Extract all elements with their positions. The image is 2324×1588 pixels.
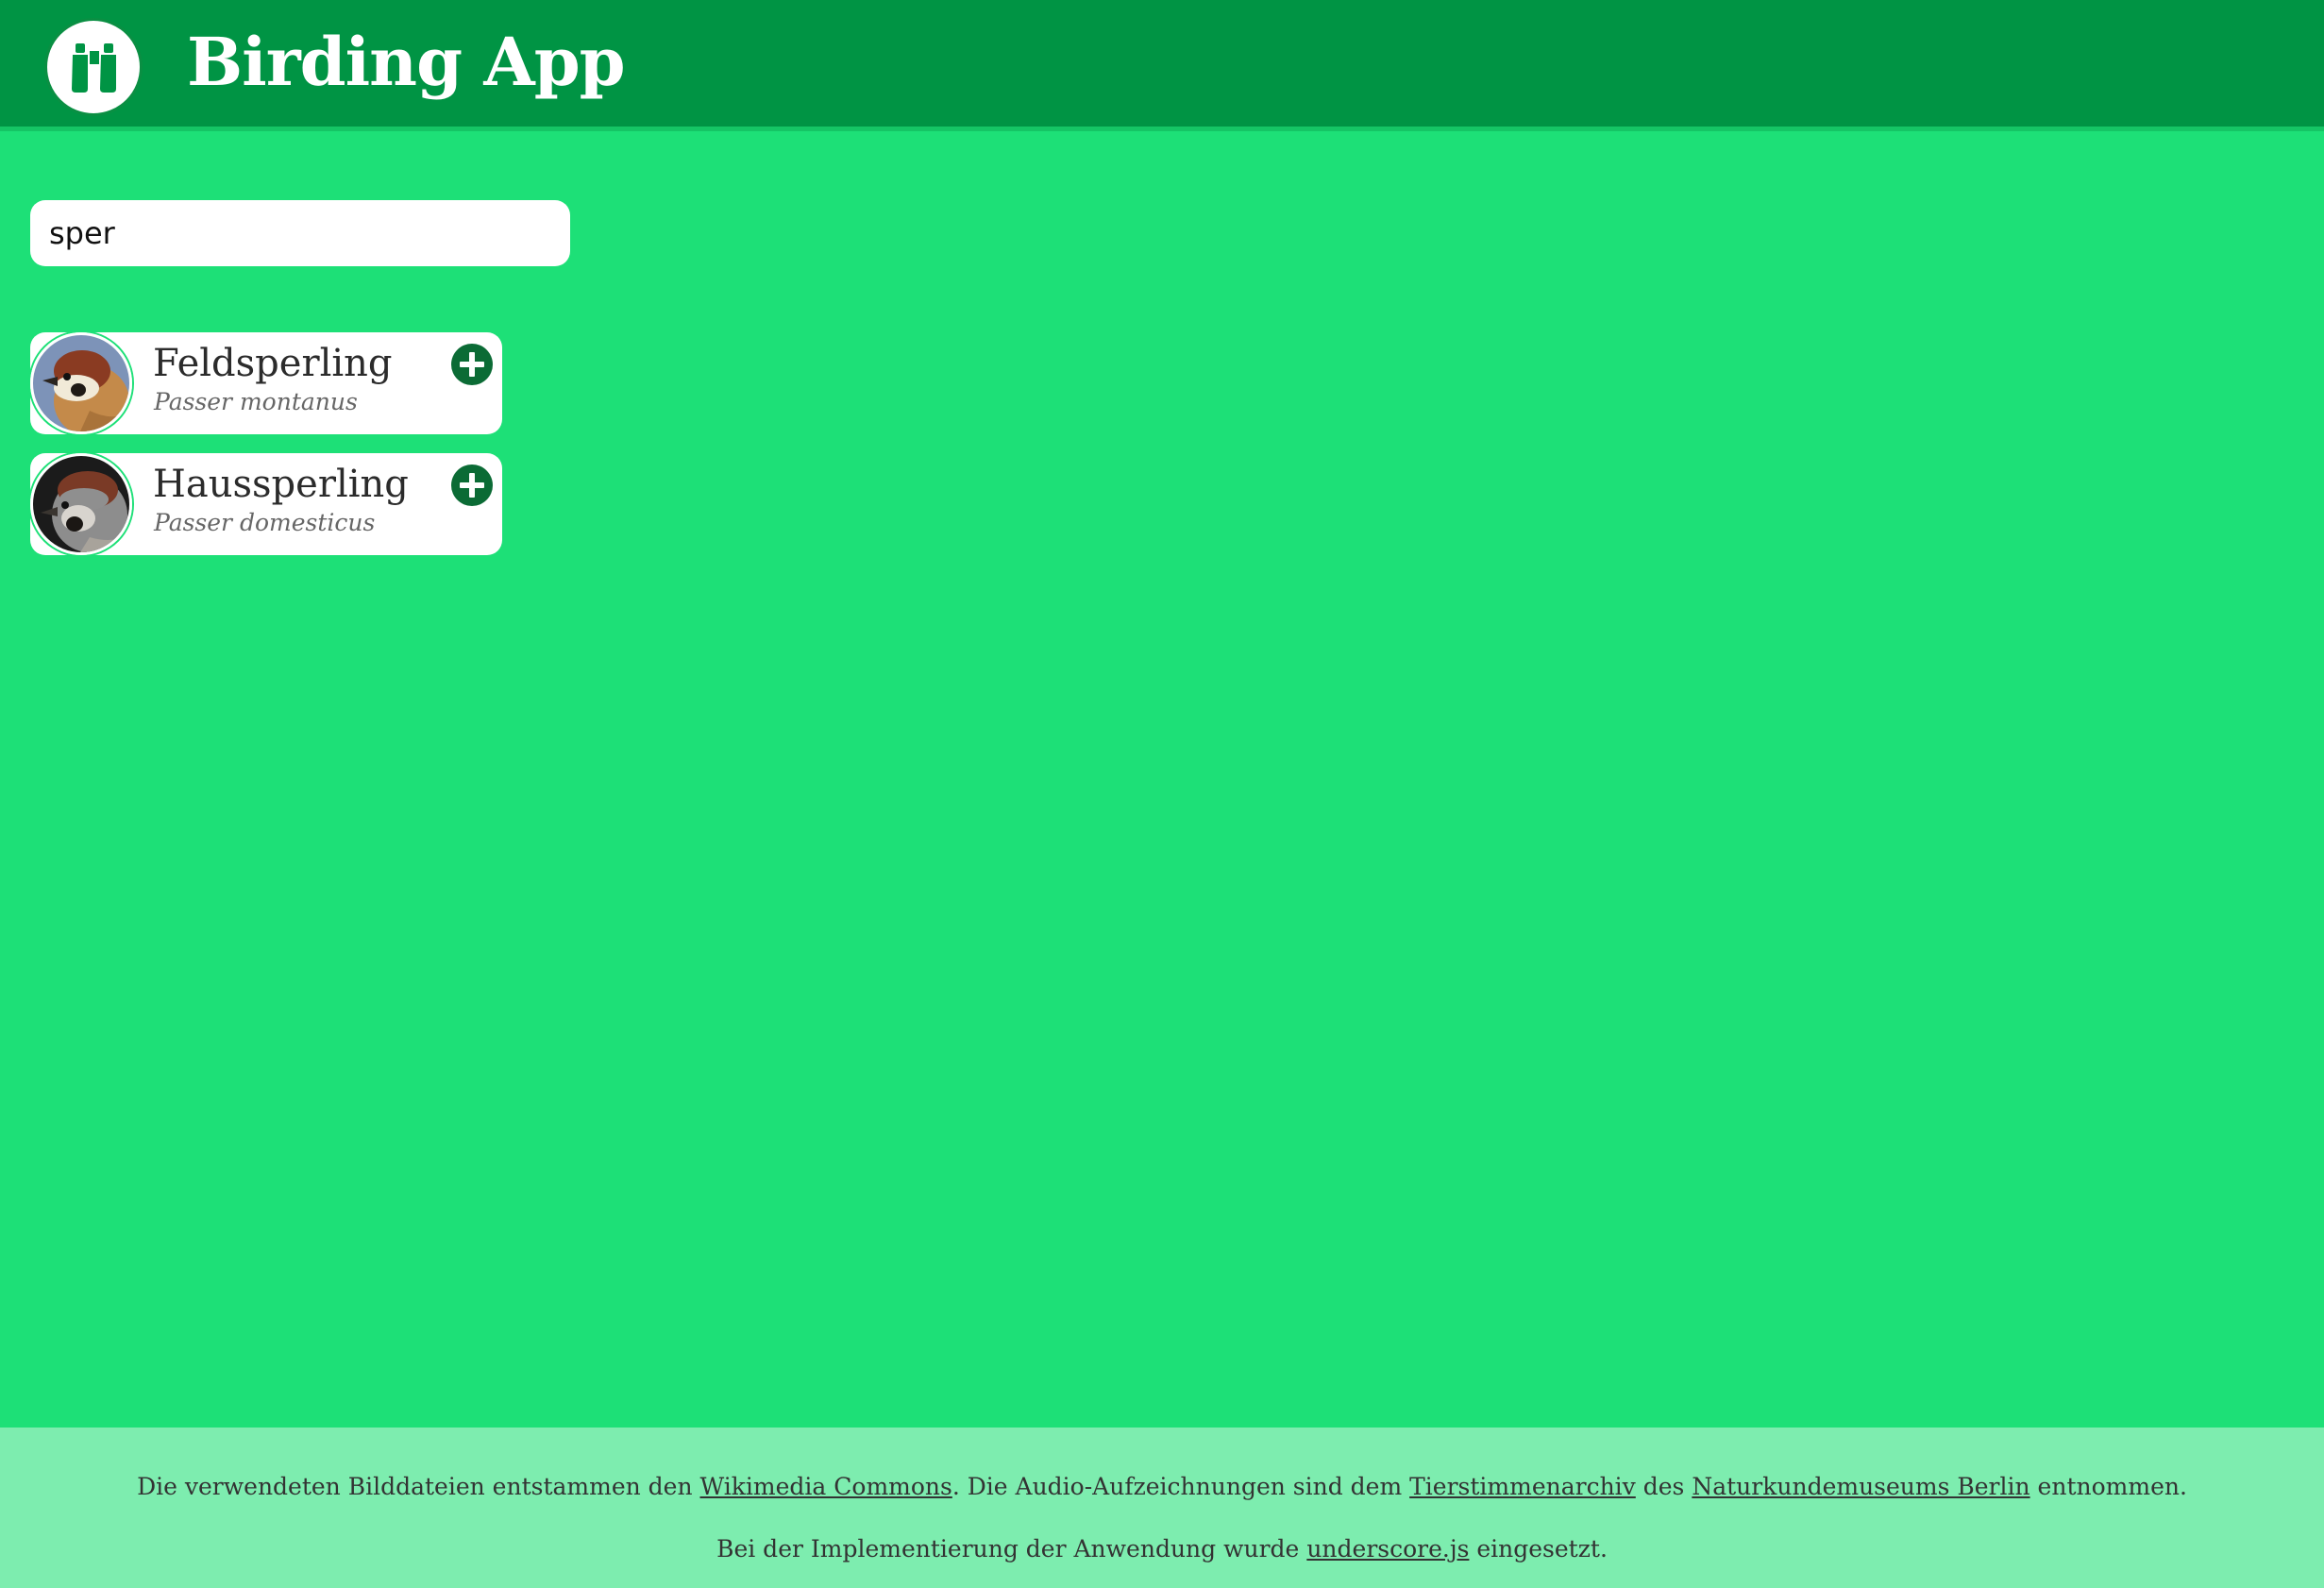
app-header: Birding App: [0, 0, 2324, 131]
footer-text: des: [1635, 1473, 1692, 1500]
search-input[interactable]: [30, 200, 570, 266]
bird-common-name: Feldsperling: [153, 342, 393, 385]
footer-text: entnommen.: [2029, 1473, 2187, 1500]
bird-common-name: Haussperling: [153, 463, 409, 506]
wikimedia-commons-link[interactable]: Wikimedia Commons: [700, 1473, 952, 1500]
binoculars-icon[interactable]: [44, 18, 143, 116]
list-item[interactable]: Feldsperling Passer montanus: [30, 332, 502, 434]
naturkundemuseum-link[interactable]: Naturkundemuseums Berlin: [1692, 1473, 2029, 1500]
footer-text: . Die Audio-Aufzeichnungen sind dem: [951, 1473, 1410, 1500]
plus-circle-icon[interactable]: [451, 465, 493, 506]
plus-circle-icon[interactable]: [451, 344, 493, 385]
underscore-link[interactable]: underscore.js: [1306, 1535, 1469, 1563]
footer: Die verwendeten Bilddateien entstammen d…: [0, 1428, 2324, 1588]
bird-latin-name: Passer montanus: [154, 388, 358, 415]
footer-text: eingesetzt.: [1469, 1535, 1608, 1563]
tierstimmenarchiv-link[interactable]: Tierstimmenarchiv: [1409, 1473, 1636, 1500]
bird-latin-name: Passer domesticus: [154, 509, 376, 536]
footer-text: Die verwendeten Bilddateien entstammen d…: [137, 1473, 700, 1500]
results-list: Feldsperling Passer montanus Haussperlin…: [30, 332, 502, 574]
bird-photo: [30, 453, 132, 555]
footer-text: Bei der Implementierung der Anwendung wu…: [716, 1535, 1307, 1563]
bird-photo: [30, 332, 132, 434]
list-item[interactable]: Haussperling Passer domesticus: [30, 453, 502, 555]
app-title: Birding App: [187, 23, 626, 101]
footer-credits-line: Die verwendeten Bilddateien entstammen d…: [0, 1473, 2324, 1500]
footer-implementation-line: Bei der Implementierung der Anwendung wu…: [0, 1535, 2324, 1563]
